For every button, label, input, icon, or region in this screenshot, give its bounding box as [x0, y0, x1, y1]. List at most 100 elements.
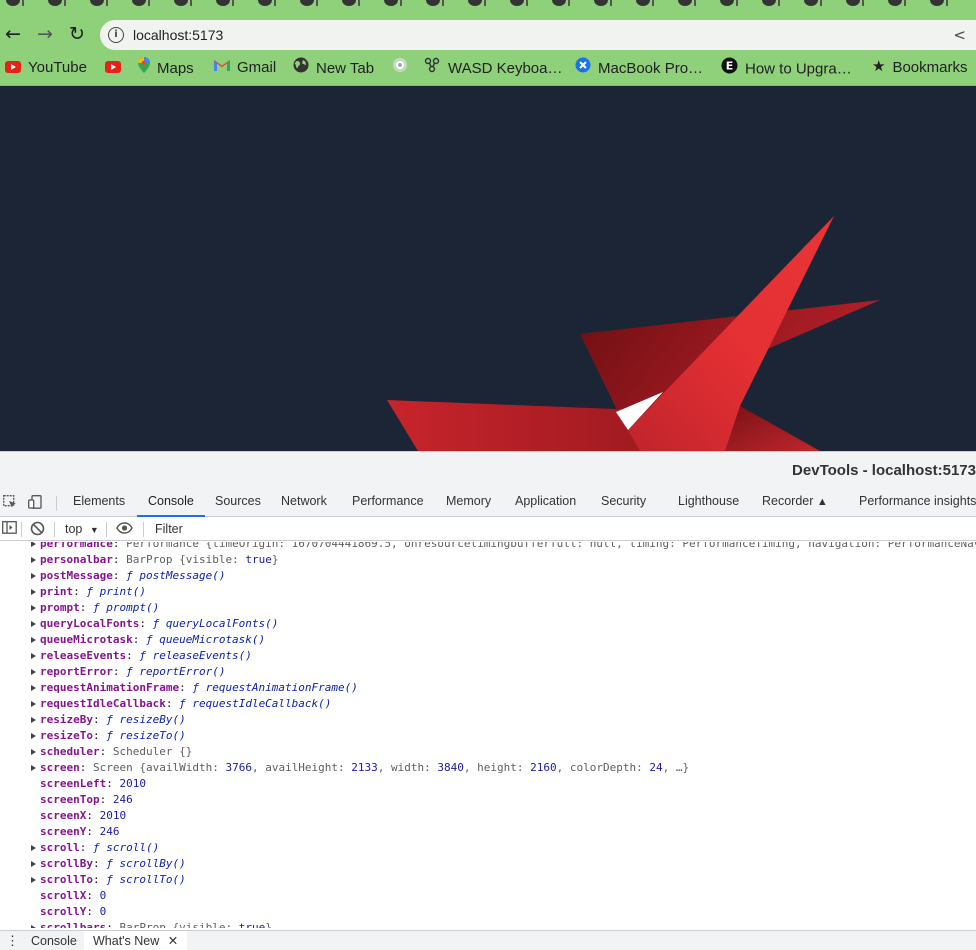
bookmark-youtube[interactable]: YouTube — [5, 58, 87, 78]
property-key: scrollbars — [40, 921, 107, 928]
address-bar[interactable]: i localhost:5173 < — [100, 20, 976, 50]
device-toggle-icon[interactable] — [28, 495, 42, 509]
tab-sources[interactable]: Sources — [215, 490, 261, 517]
tab-favicon-icon[interactable] — [678, 0, 700, 8]
tab-application[interactable]: Application — [515, 490, 576, 517]
reload-icon[interactable]: ↻ — [65, 22, 89, 46]
x-circle-icon — [575, 57, 591, 79]
expand-triangle-icon[interactable] — [31, 877, 36, 883]
property-value: } — [271, 553, 279, 566]
expand-triangle-icon[interactable] — [31, 669, 36, 675]
expand-triangle-icon[interactable] — [31, 733, 36, 739]
expand-triangle-icon[interactable] — [31, 685, 36, 691]
console-filter-input[interactable]: Filter — [155, 521, 183, 537]
tab-favicon-icon[interactable] — [300, 0, 322, 8]
tab-favicon-icon[interactable] — [552, 0, 574, 8]
tab-console[interactable]: Console — [137, 490, 205, 517]
tab-favicon-icon[interactable] — [720, 0, 742, 8]
back-arrow-icon[interactable]: ← — [1, 22, 25, 46]
expand-triangle-icon[interactable] — [31, 765, 36, 771]
expand-triangle-icon[interactable] — [31, 925, 36, 928]
page-viewport[interactable] — [0, 86, 976, 451]
context-selector[interactable]: top ▼ — [65, 521, 99, 538]
tab-favicon-icon[interactable] — [468, 0, 490, 8]
bookmark-maps[interactable]: Maps — [138, 57, 194, 78]
tab-network[interactable]: Network — [281, 490, 327, 517]
expand-triangle-icon[interactable] — [31, 717, 36, 723]
bookmark-app[interactable] — [392, 58, 415, 78]
toolbar-separator — [21, 522, 22, 537]
property-value: 3766 — [225, 761, 252, 774]
tab-favicon-icon[interactable] — [930, 0, 952, 8]
property-value: ƒ queueMicrotask() — [145, 633, 266, 646]
property-separator: : — [73, 585, 87, 598]
expand-triangle-icon[interactable] — [31, 653, 36, 659]
expand-triangle-icon[interactable] — [31, 621, 36, 627]
property-key: personalbar — [40, 553, 113, 566]
tab-favicon-icon[interactable] — [258, 0, 280, 8]
tab-favicon-icon[interactable] — [384, 0, 406, 8]
toolbar-separator — [106, 522, 107, 537]
tab-favicon-icon[interactable] — [132, 0, 154, 8]
address-url[interactable]: localhost:5173 — [133, 26, 223, 44]
drawer-tab-console[interactable]: Console — [31, 933, 77, 949]
clear-console-icon[interactable] — [30, 521, 45, 540]
property-separator: : — [112, 553, 127, 566]
property-key: scrollBy — [40, 857, 93, 870]
expand-triangle-icon[interactable] — [31, 637, 36, 643]
bookmark-how-to-upgrade[interactable]: E How to Upgra… — [721, 57, 852, 80]
expand-triangle-icon[interactable] — [31, 589, 36, 595]
tab-favicon-icon[interactable] — [174, 0, 196, 8]
tab-favicon-icon[interactable] — [846, 0, 868, 8]
bookmark-wasd-keyboard[interactable]: WASD Keyboa… — [424, 57, 563, 78]
tab-favicon-icon[interactable] — [48, 0, 70, 8]
tab-recorder[interactable]: Recorder ▲ — [762, 490, 828, 517]
devtools-title: DevTools - localhost:5173 — [792, 462, 976, 479]
tab-memory[interactable]: Memory — [446, 490, 491, 517]
share-icon[interactable]: < — [953, 26, 966, 44]
tab-favicon-icon[interactable] — [594, 0, 616, 8]
bookmark-new-tab[interactable]: New Tab — [293, 57, 374, 78]
tab-favicon-icon[interactable] — [804, 0, 826, 8]
tab-favicon-icon[interactable] — [426, 0, 448, 8]
property-value: true — [238, 921, 266, 928]
drawer-tab-whats-new[interactable]: What's New ✕ — [84, 931, 188, 950]
property-key: screen — [40, 761, 80, 774]
tab-favicon-icon[interactable] — [90, 0, 112, 8]
inspect-element-icon[interactable] — [3, 495, 17, 509]
tab-lighthouse[interactable]: Lighthouse — [678, 490, 739, 517]
expand-triangle-icon[interactable] — [31, 845, 36, 851]
tab-favicon-icon[interactable] — [6, 0, 28, 8]
info-icon[interactable]: i — [108, 27, 124, 43]
bookmark-youtube-2[interactable] — [105, 58, 128, 78]
forward-arrow-icon[interactable]: → — [33, 22, 57, 46]
tab-favicon-icon[interactable] — [888, 0, 910, 8]
tab-performance-insights[interactable]: Performance insights — [859, 490, 976, 517]
bookmark-bookmarks[interactable]: ★ Bookmarks — [872, 58, 967, 78]
tab-performance[interactable]: Performance — [352, 490, 424, 517]
youtube-icon — [5, 61, 21, 74]
more-tabs-icon[interactable]: ⋮ — [6, 933, 19, 949]
bookmark-gmail[interactable]: Gmail — [214, 58, 276, 78]
tab-elements[interactable]: Elements — [73, 490, 125, 517]
expand-triangle-icon[interactable] — [31, 749, 36, 755]
expand-triangle-icon[interactable] — [31, 573, 36, 579]
live-expression-eye-icon[interactable] — [116, 522, 133, 538]
e-circle-icon: E — [721, 57, 738, 80]
close-icon[interactable]: ✕ — [168, 934, 178, 948]
tab-favicon-icon[interactable] — [510, 0, 532, 8]
tab-favicon-icon[interactable] — [216, 0, 238, 8]
expand-triangle-icon[interactable] — [31, 542, 36, 547]
sidebar-toggle-icon[interactable] — [2, 521, 17, 538]
property-separator: : — [86, 809, 100, 822]
tab-favicon-icon[interactable] — [636, 0, 658, 8]
expand-triangle-icon[interactable] — [31, 861, 36, 867]
tab-favicon-icon[interactable] — [762, 0, 784, 8]
console-log[interactable]: performance: Performance {timeOrigin: 16… — [0, 542, 976, 928]
tab-favicon-icon[interactable] — [342, 0, 364, 8]
expand-triangle-icon[interactable] — [31, 557, 36, 563]
expand-triangle-icon[interactable] — [31, 605, 36, 611]
bookmark-macbook-pro[interactable]: MacBook Pro… — [575, 57, 703, 79]
tab-security[interactable]: Security — [601, 490, 646, 517]
expand-triangle-icon[interactable] — [31, 701, 36, 707]
